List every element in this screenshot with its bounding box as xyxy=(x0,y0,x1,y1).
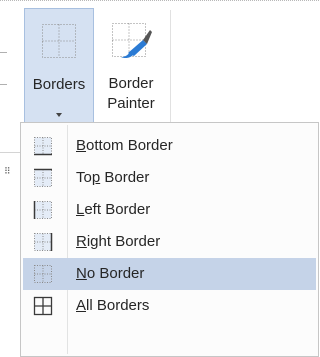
ribbon-edge-tick xyxy=(0,84,7,85)
all-borders-icon xyxy=(33,296,53,321)
menu-item-all-borders[interactable]: All Borders xyxy=(23,290,316,322)
bottom-border-icon xyxy=(33,136,53,161)
menu-item-label: Top Border xyxy=(76,169,150,186)
ribbon-edge-tick xyxy=(0,52,7,53)
chevron-down-icon xyxy=(56,113,62,117)
menu-item-left-border[interactable]: Left Border xyxy=(23,194,316,226)
menu-item-label: Left Border xyxy=(76,201,151,218)
left-border-icon xyxy=(33,200,53,225)
border-painter-label-line2: Painter xyxy=(107,95,155,112)
border-painter-button[interactable]: Border Painter xyxy=(96,8,166,124)
menu-item-label: Bottom Border xyxy=(76,137,173,154)
right-border-icon xyxy=(33,232,53,257)
menu-item-top-border[interactable]: Top Border xyxy=(23,162,316,194)
borders-dropdown-menu: Bottom Border Top Border Left Border Rig… xyxy=(20,122,319,357)
menu-item-label: All Borders xyxy=(76,297,150,314)
top-border-icon xyxy=(33,168,53,193)
menu-item-label: Right Border xyxy=(76,233,161,250)
menu-item-bottom-border[interactable]: Bottom Border xyxy=(23,130,316,162)
ribbon-top-divider xyxy=(0,0,319,1)
menu-item-no-border[interactable]: No Border xyxy=(23,258,316,290)
ruler-marker: ⠿ xyxy=(4,166,11,176)
borders-button[interactable]: Borders xyxy=(24,8,94,124)
borders-grid-icon xyxy=(39,21,79,66)
menu-item-label: No Border xyxy=(76,265,145,282)
border-painter-label-line1: Border xyxy=(108,75,154,92)
borders-button-label: Borders xyxy=(32,76,86,93)
ribbon-group-separator xyxy=(170,10,171,128)
no-border-icon xyxy=(33,264,53,289)
border-painter-icon xyxy=(109,20,153,67)
menu-item-right-border[interactable]: Right Border xyxy=(23,226,316,258)
